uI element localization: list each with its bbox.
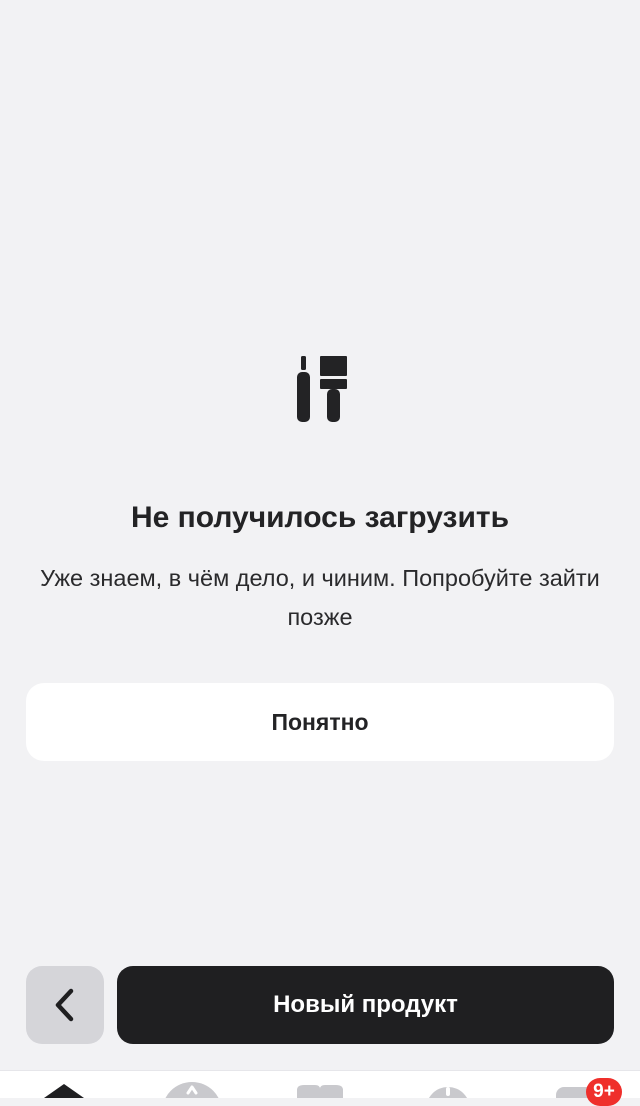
ok-button[interactable]: Понятно	[26, 683, 614, 761]
favorites-icon	[297, 1085, 343, 1098]
tab-home[interactable]	[24, 1071, 104, 1098]
tab-payments[interactable]	[152, 1071, 232, 1098]
tab-history[interactable]	[408, 1071, 488, 1098]
tools-icon	[297, 356, 347, 422]
home-icon	[44, 1084, 84, 1098]
error-title: Не получилось загрузить	[130, 501, 510, 534]
new-product-button[interactable]: Новый продукт	[117, 966, 614, 1044]
back-button[interactable]	[26, 966, 104, 1044]
history-icon	[428, 1087, 468, 1098]
notification-badge: 9+	[586, 1078, 622, 1106]
error-message: Уже знаем, в чём дело, и чиним. Попробуй…	[40, 565, 600, 630]
chevron-left-icon	[55, 988, 74, 1022]
tab-bar	[0, 1070, 640, 1098]
payments-icon	[165, 1082, 219, 1098]
error-screen: Не получилось загрузить Уже знаем, в чём…	[0, 0, 640, 1106]
tab-favorites[interactable]	[280, 1071, 360, 1098]
